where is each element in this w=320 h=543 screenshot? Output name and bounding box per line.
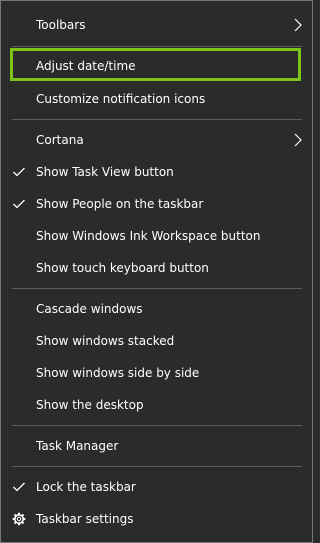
chevron-right-icon: [293, 124, 303, 156]
menu-item-customize-notification-icons[interactable]: Customize notification icons: [1, 83, 312, 115]
menu-item-label: Show People on the taskbar: [36, 197, 204, 211]
menu-item-show-people-on-taskbar[interactable]: Show People on the taskbar: [1, 188, 312, 220]
checkmark-icon: [12, 188, 26, 220]
menu-item-show-the-desktop[interactable]: Show the desktop: [1, 389, 312, 421]
menu-item-label: Show Task View button: [36, 165, 174, 179]
menu-item-show-windows-side-by-side[interactable]: Show windows side by side: [1, 357, 312, 389]
menu-item-adjust-date-time[interactable]: Adjust date/time: [1, 50, 312, 82]
menu-item-label: Show windows side by side: [36, 366, 200, 380]
menu-item-label: Customize notification icons: [36, 92, 206, 106]
taskbar-context-menu: Toolbars Adjust date/time Customize noti…: [0, 0, 313, 543]
menu-separator: [12, 46, 302, 47]
menu-item-label: Task Manager: [36, 439, 119, 453]
menu-item-cascade-windows[interactable]: Cascade windows: [1, 293, 312, 325]
menu-item-label: Lock the taskbar: [36, 480, 136, 494]
menu-item-show-windows-stacked[interactable]: Show windows stacked: [1, 325, 312, 357]
menu-item-label: Show windows stacked: [36, 334, 175, 348]
menu-item-task-manager[interactable]: Task Manager: [1, 430, 312, 462]
menu-item-show-task-view-button[interactable]: Show Task View button: [1, 156, 312, 188]
menu-item-toolbars[interactable]: Toolbars: [1, 9, 312, 41]
menu-item-label: Taskbar settings: [36, 512, 134, 526]
menu-item-taskbar-settings[interactable]: Taskbar settings: [1, 503, 312, 535]
menu-separator: [12, 288, 302, 289]
menu-item-label: Toolbars: [36, 18, 86, 32]
menu-item-lock-the-taskbar[interactable]: Lock the taskbar: [1, 471, 312, 503]
menu-separator: [12, 119, 302, 120]
menu-item-label: Show Windows Ink Workspace button: [36, 229, 261, 243]
menu-item-label: Cortana: [36, 133, 84, 147]
menu-item-label: Show the desktop: [36, 398, 144, 412]
chevron-right-icon: [293, 9, 303, 41]
menu-item-show-windows-ink-workspace-button[interactable]: Show Windows Ink Workspace button: [1, 220, 312, 252]
menu-separator: [12, 425, 302, 426]
menu-item-label: Cascade windows: [36, 302, 143, 316]
menu-item-show-touch-keyboard-button[interactable]: Show touch keyboard button: [1, 252, 312, 284]
menu-item-label: Adjust date/time: [36, 59, 136, 73]
menu-item-label: Show touch keyboard button: [36, 261, 209, 275]
gear-icon: [12, 503, 26, 535]
menu-item-cortana[interactable]: Cortana: [1, 124, 312, 156]
checkmark-icon: [12, 156, 26, 188]
checkmark-icon: [12, 471, 26, 503]
menu-separator: [12, 466, 302, 467]
